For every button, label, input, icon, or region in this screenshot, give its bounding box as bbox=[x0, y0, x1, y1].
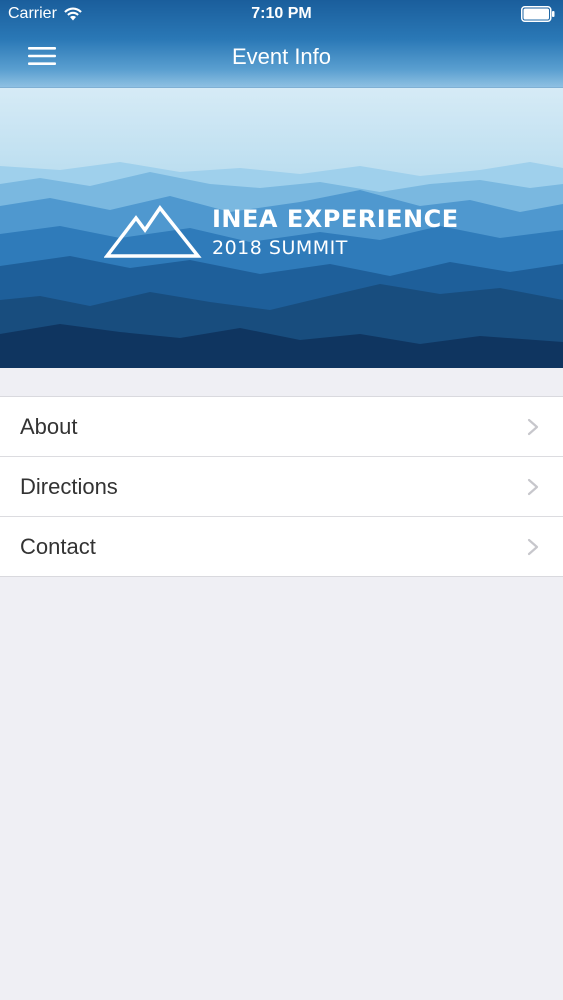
event-brand: INEA EXPERIENCE 2018 SUMMIT bbox=[104, 204, 459, 260]
brand-subtitle: 2018 SUMMIT bbox=[212, 236, 348, 259]
status-time: 7:10 PM bbox=[251, 5, 312, 22]
hamburger-menu-icon[interactable] bbox=[28, 44, 58, 68]
event-banner: INEA EXPERIENCE 2018 SUMMIT bbox=[0, 88, 563, 368]
brand-text: INEA EXPERIENCE 2018 SUMMIT bbox=[212, 207, 459, 258]
menu-item-directions[interactable]: Directions bbox=[0, 456, 563, 516]
top-bar: Carrier 7:10 PM Event Info bbox=[0, 0, 563, 88]
menu-item-label: Contact bbox=[20, 533, 96, 559]
mountain-logo-icon bbox=[104, 205, 202, 258]
page-title: Event Info bbox=[231, 44, 332, 69]
brand-title: INEA EXPERIENCE bbox=[212, 204, 459, 233]
chevron-right-icon bbox=[527, 478, 539, 495]
chevron-right-icon bbox=[527, 418, 539, 435]
menu-item-label: About bbox=[20, 413, 78, 439]
status-bar: Carrier 7:10 PM bbox=[0, 0, 563, 30]
event-info-menu: About Directions Contact bbox=[0, 396, 563, 577]
menu-item-contact[interactable]: Contact bbox=[0, 516, 563, 576]
menu-item-label: Directions bbox=[20, 473, 118, 499]
battery-icon bbox=[521, 6, 555, 22]
menu-item-about[interactable]: About bbox=[0, 397, 563, 456]
navigation-bar: Event Info bbox=[0, 30, 563, 86]
chevron-right-icon bbox=[527, 538, 539, 555]
